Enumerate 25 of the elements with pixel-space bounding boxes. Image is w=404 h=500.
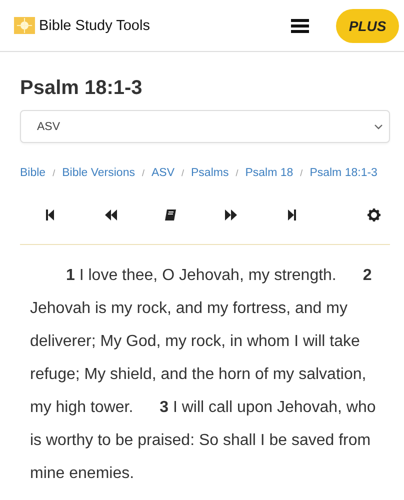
passage-title: Psalm 18:1-3 xyxy=(20,77,144,100)
breadcrumb-separator: / xyxy=(300,168,303,178)
version-select[interactable]: ASV xyxy=(20,110,390,143)
plus-button[interactable]: PLUS xyxy=(336,8,399,42)
breadcrumb-link[interactable]: Bible Versions xyxy=(62,167,135,179)
breadcrumb-link[interactable]: Psalm 18:1-3 xyxy=(310,167,378,179)
breadcrumb-link[interactable]: Psalm 18 xyxy=(245,167,294,179)
passage-text: 1 I love thee, O Jehovah, my strength. 2 Jehovah is my rock, and my fortress, and my deliverer; My God, my rock, in whom I will take refuge; My shield, and the horn of my salvation, my high tower. 3 I will call upon Jehovah, who is worthy to be praised: So shall I be saved from mine enemies. xyxy=(30,266,377,484)
logo-icon xyxy=(14,15,35,36)
settings-icon[interactable] xyxy=(367,208,381,222)
breadcrumb-link[interactable]: ASV xyxy=(151,167,174,179)
site-name[interactable]: Bible Study Tools xyxy=(39,18,150,34)
breadcrumb-separator: / xyxy=(236,168,238,178)
breadcrumb-link[interactable]: Psalms xyxy=(191,167,229,179)
rewind-icon[interactable] xyxy=(104,208,118,222)
breadcrumb-separator: / xyxy=(182,168,184,178)
menu-icon[interactable] xyxy=(291,18,309,32)
breadcrumb-separator: / xyxy=(52,168,56,178)
chevron-icon xyxy=(374,124,383,130)
last-icon[interactable] xyxy=(285,208,299,222)
breadcrumb-link[interactable]: Bible xyxy=(20,167,46,179)
fast-forward-icon[interactable] xyxy=(224,208,238,222)
book-icon[interactable] xyxy=(164,208,178,222)
first-icon[interactable] xyxy=(43,208,57,222)
breadcrumb-separator: / xyxy=(142,168,144,178)
